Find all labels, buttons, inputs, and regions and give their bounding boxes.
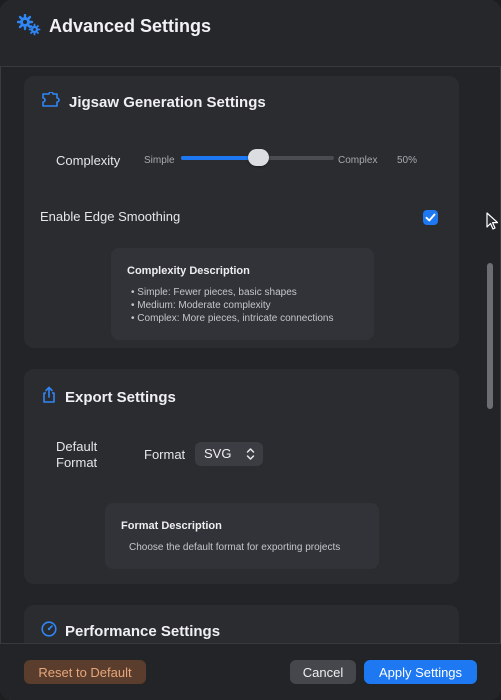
edge-smoothing-checkbox[interactable] bbox=[423, 210, 438, 225]
cancel-button[interactable]: Cancel bbox=[290, 660, 356, 684]
description-line: • Simple: Fewer pieces, basic shapes bbox=[131, 287, 297, 298]
advanced-settings-window: Advanced Settings Jigsaw Generation Sett… bbox=[0, 0, 501, 700]
slider-max-label: Complex bbox=[338, 155, 378, 166]
export-card-title: Export Settings bbox=[65, 389, 176, 406]
export-settings-card: Export Settings Default Format Format SV… bbox=[24, 369, 459, 584]
default-format-label-line2: Format bbox=[56, 455, 98, 470]
slider-min-label: Simple bbox=[144, 155, 175, 166]
format-select[interactable]: SVG bbox=[195, 442, 263, 466]
default-format-label-line1: Default bbox=[56, 439, 98, 454]
footer-bar: Reset to Default Cancel Apply Settings bbox=[0, 643, 501, 700]
vertical-scrollbar[interactable] bbox=[484, 263, 496, 409]
title-bar: Advanced Settings bbox=[0, 0, 501, 67]
puzzle-piece-icon bbox=[41, 91, 61, 113]
format-select-value: SVG bbox=[204, 446, 232, 461]
checkmark-icon bbox=[425, 213, 436, 222]
jigsaw-card-title: Jigsaw Generation Settings bbox=[69, 94, 266, 111]
slider-thumb[interactable] bbox=[247, 149, 269, 166]
performance-settings-card: Performance Settings bbox=[24, 605, 459, 643]
format-description-text: Choose the default format for exporting … bbox=[129, 542, 341, 553]
slider-value: 50% bbox=[397, 155, 418, 166]
complexity-description-box: Complexity Description • Simple: Fewer p… bbox=[111, 248, 374, 340]
jigsaw-card-header: Jigsaw Generation Settings bbox=[41, 91, 266, 113]
apply-settings-button[interactable]: Apply Settings bbox=[364, 660, 477, 684]
complexity-description-title: Complexity Description bbox=[127, 265, 250, 277]
settings-scroll-area[interactable]: Jigsaw Generation Settings Complexity Si… bbox=[0, 67, 501, 643]
slider-fill bbox=[181, 156, 258, 160]
format-label: Format bbox=[144, 447, 186, 462]
description-line: • Medium: Moderate complexity bbox=[131, 300, 271, 311]
chevron-up-down-icon bbox=[246, 447, 255, 466]
performance-card-header: Performance Settings bbox=[41, 621, 220, 642]
scrollbar-thumb[interactable] bbox=[487, 263, 493, 409]
gauge-icon bbox=[41, 621, 57, 642]
share-icon bbox=[41, 386, 57, 409]
edge-smoothing-label: Enable Edge Smoothing bbox=[40, 209, 181, 224]
reset-to-default-button[interactable]: Reset to Default bbox=[24, 660, 146, 684]
gears-icon bbox=[16, 13, 41, 41]
format-description-title: Format Description bbox=[121, 520, 222, 532]
format-description-box: Format Description Choose the default fo… bbox=[105, 503, 379, 569]
jigsaw-settings-card: Jigsaw Generation Settings Complexity Si… bbox=[24, 76, 459, 348]
complexity-label: Complexity bbox=[56, 153, 121, 168]
complexity-slider[interactable] bbox=[181, 149, 334, 166]
description-line: • Complex: More pieces, intricate connec… bbox=[131, 313, 334, 324]
window-title: Advanced Settings bbox=[49, 16, 212, 36]
export-card-header: Export Settings bbox=[41, 386, 176, 409]
mouse-pointer-icon bbox=[486, 212, 499, 235]
performance-card-title: Performance Settings bbox=[65, 623, 221, 640]
